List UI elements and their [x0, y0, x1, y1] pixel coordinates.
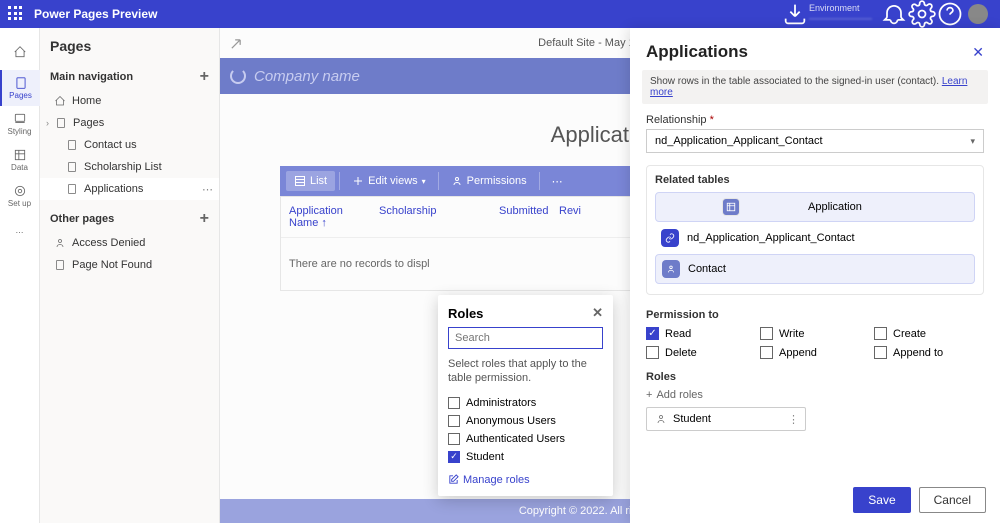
relationship-select[interactable]: nd_Application_Applicant_Contact ▾: [646, 129, 984, 153]
spinner-icon: [230, 68, 246, 84]
roles-close-icon[interactable]: ✕: [592, 305, 603, 321]
add-page-button[interactable]: +: [200, 68, 209, 86]
perm-create[interactable]: Create: [874, 327, 984, 340]
app-title: Power Pages Preview: [34, 7, 157, 21]
expand-arrow-icon[interactable]: [226, 34, 246, 54]
sidebar-item-applications[interactable]: Applications⋯: [40, 178, 219, 200]
roles-popover: Roles ✕ Select roles that apply to the t…: [438, 295, 613, 496]
item-more-icon[interactable]: ⋯: [202, 183, 213, 196]
flyout-info-banner: Show rows in the table associated to the…: [642, 70, 988, 104]
person-icon: [655, 413, 667, 425]
related-relationship[interactable]: nd_Application_Applicant_Contact: [655, 224, 975, 252]
role-administrators[interactable]: Administrators: [448, 394, 603, 412]
settings-icon[interactable]: [908, 0, 936, 28]
related-tables-title: Related tables: [655, 174, 975, 186]
role-chip-student[interactable]: Student ⋮: [646, 407, 806, 431]
edit-views-button[interactable]: Edit views ▾: [344, 171, 434, 191]
user-avatar[interactable]: [968, 4, 988, 24]
perm-delete[interactable]: Delete: [646, 346, 756, 359]
sidebar-item-not-found[interactable]: Page Not Found: [40, 254, 219, 276]
permission-to-title: Permission to: [646, 309, 984, 321]
save-button[interactable]: Save: [853, 487, 910, 513]
app-launcher-icon[interactable]: [8, 6, 24, 22]
cancel-button[interactable]: Cancel: [919, 487, 986, 513]
side-panel: Pages Main navigation + Home ›Pages Cont…: [40, 28, 220, 523]
toolbar-more-button[interactable]: ⋯: [544, 171, 571, 192]
col-application-name[interactable]: Application Name ↑: [289, 203, 379, 231]
rail-pages[interactable]: Pages: [0, 70, 40, 106]
environment-label[interactable]: Environment ———————: [809, 4, 872, 24]
related-tables-card: Related tables Application nd_Applicatio…: [646, 165, 984, 295]
col-submitted[interactable]: Submitted: [499, 203, 559, 231]
col-revi[interactable]: Revi: [559, 203, 591, 231]
perm-write[interactable]: Write: [760, 327, 870, 340]
related-contact[interactable]: Contact: [655, 254, 975, 284]
link-icon: [661, 229, 679, 247]
flyout-close-icon[interactable]: ✕: [972, 44, 984, 61]
roles-section-title: Roles: [646, 371, 984, 383]
related-application[interactable]: Application: [655, 192, 975, 222]
add-other-page-button[interactable]: +: [200, 210, 209, 228]
chevron-down-icon: ▾: [970, 136, 975, 147]
side-heading: Pages: [40, 34, 219, 58]
sidebar-item-access-denied[interactable]: Access Denied: [40, 232, 219, 254]
other-section-title: Other pages: [50, 213, 114, 225]
top-bar: Power Pages Preview Environment ———————: [0, 0, 1000, 28]
add-roles-button[interactable]: +Add roles: [646, 389, 984, 401]
rail-styling[interactable]: Styling: [0, 106, 40, 142]
role-anonymous[interactable]: Anonymous Users: [448, 412, 603, 430]
role-chip-more-icon[interactable]: ⋮: [788, 413, 799, 426]
permissions-flyout: Applications ✕ Show rows in the table as…: [630, 28, 1000, 523]
col-scholarship[interactable]: Scholarship: [379, 203, 499, 231]
role-authenticated[interactable]: Authenticated Users: [448, 430, 603, 448]
more-icon: ⋯: [16, 228, 24, 237]
plus-icon: +: [646, 389, 652, 401]
relationship-label: Relationship *: [646, 114, 984, 126]
role-student[interactable]: ✓Student: [448, 448, 603, 466]
sidebar-item-contact[interactable]: Contact us: [40, 134, 219, 156]
company-placeholder[interactable]: Company name: [254, 68, 360, 85]
perm-append-to[interactable]: Append to: [874, 346, 984, 359]
roles-popover-title: Roles: [448, 306, 483, 321]
manage-roles-link[interactable]: Manage roles: [448, 474, 603, 486]
flyout-title: Applications: [646, 42, 748, 62]
sidebar-item-pages[interactable]: ›Pages: [40, 112, 219, 134]
roles-hint: Select roles that apply to the table per…: [448, 357, 603, 386]
rail-setup[interactable]: Set up: [0, 178, 40, 214]
notifications-icon[interactable]: [880, 0, 908, 28]
chevron-right-icon: ›: [46, 118, 49, 128]
perm-append[interactable]: Append: [760, 346, 870, 359]
roles-search-input[interactable]: [448, 327, 603, 349]
help-icon[interactable]: [936, 0, 964, 28]
nav-section-title: Main navigation: [50, 71, 133, 83]
list-tab[interactable]: List: [286, 171, 335, 191]
table-icon: [722, 198, 740, 216]
sidebar-item-home[interactable]: Home: [40, 90, 219, 112]
environment-icon: [781, 0, 809, 28]
rail-more[interactable]: ⋯: [0, 214, 40, 250]
person-icon: [662, 260, 680, 278]
nav-rail: Pages Styling Data Set up ⋯: [0, 28, 40, 523]
rail-home[interactable]: [0, 34, 40, 70]
permissions-button[interactable]: Permissions: [443, 171, 535, 191]
perm-read[interactable]: ✓Read: [646, 327, 756, 340]
chevron-down-icon: ▾: [422, 177, 426, 186]
sidebar-item-scholarship[interactable]: Scholarship List: [40, 156, 219, 178]
rail-data[interactable]: Data: [0, 142, 40, 178]
